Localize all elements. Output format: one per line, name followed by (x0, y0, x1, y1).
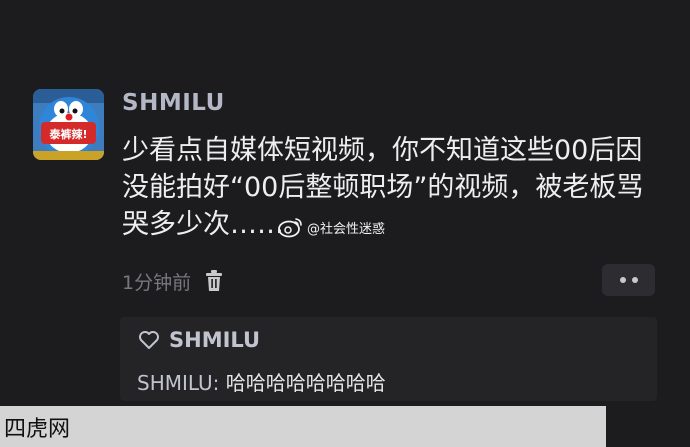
like-username[interactable]: SHMILU (169, 328, 260, 352)
trash-icon[interactable] (203, 269, 225, 293)
avatar-label: 泰裤辣! (48, 127, 87, 141)
post-card: 泰裤辣! SHMILU 少看点自媒体短视频，你不知道这些00后因没能拍好“00后… (0, 0, 690, 447)
more-button[interactable] (602, 264, 655, 296)
post-time: 1分钟前 (122, 271, 192, 294)
watermark-handle: @社会性迷惑 (307, 221, 386, 237)
like-row: SHMILU (138, 328, 260, 352)
reply-comment: SHMILU: 哈哈哈哈哈哈哈哈 (137, 367, 386, 396)
more-icon-dot (631, 277, 638, 283)
avatar[interactable]: 泰裤辣! (33, 89, 104, 160)
reply-box: SHMILU SHMILU: 哈哈哈哈哈哈哈哈 (120, 317, 657, 401)
weibo-watermark: @社会性迷惑 (278, 213, 385, 241)
more-icon (619, 277, 626, 283)
post-username[interactable]: SHMILU (122, 90, 225, 116)
reply-text: 哈哈哈哈哈哈哈哈 (219, 371, 386, 395)
reply-author[interactable]: SHMILU: (137, 371, 219, 395)
weibo-logo-icon (278, 218, 302, 238)
heart-icon[interactable] (138, 330, 160, 350)
post-content: 少看点自媒体短视频，你不知道这些00后因没能拍好“00后整顿职场”的视频，被老板… (122, 135, 644, 240)
site-watermark: 四虎网 (0, 406, 606, 447)
post-meta: 1分钟前 (122, 266, 225, 296)
